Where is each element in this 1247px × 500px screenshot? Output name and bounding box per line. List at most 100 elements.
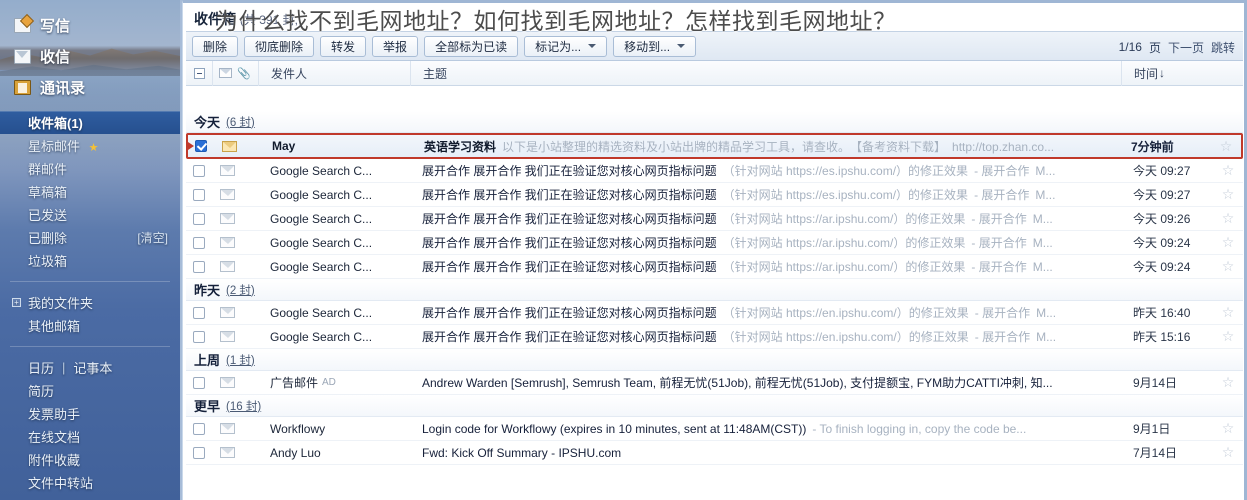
mail-row-subject[interactable]: 展开合作 展开合作 我们正在验证您对核心网页指标问题 （针对网站 https://… [410, 255, 1121, 278]
mail-row-read-state-cell[interactable] [212, 183, 258, 206]
mail-group-count[interactable]: (2 封) [226, 282, 255, 298]
mail-row-subject[interactable]: 展开合作 展开合作 我们正在验证您对核心网页指标问题 （针对网站 https://… [410, 183, 1121, 206]
mail-row[interactable]: Google Search C... 展开合作 展开合作 我们正在验证您对核心网页… [186, 159, 1243, 183]
mail-row-select-cell[interactable] [186, 255, 212, 278]
envelope-read-icon[interactable] [220, 377, 235, 388]
delete-button[interactable]: 删除 [192, 35, 239, 57]
mail-row-star-toggle[interactable]: ☆ [1211, 135, 1241, 157]
mail-row-checkbox[interactable] [193, 164, 205, 177]
select-all-cell[interactable] [186, 61, 212, 86]
column-header-from[interactable]: 发件人 [258, 60, 410, 86]
star-outline-icon[interactable]: ☆ [1222, 258, 1235, 275]
mail-row-checkbox[interactable] [193, 212, 205, 225]
mail-row-checkbox[interactable] [193, 306, 205, 319]
star-outline-icon[interactable]: ☆ [1222, 374, 1235, 391]
mail-row[interactable]: 广告邮件 AD Andrew Warden [Semrush], Semrush T… [186, 371, 1243, 395]
sidebar-item-group-mail[interactable]: 群邮件 [0, 157, 180, 180]
mail-row-subject[interactable]: 展开合作 展开合作 我们正在验证您对核心网页指标问题 （针对网站 https://… [410, 231, 1121, 254]
envelope-unread-icon[interactable] [222, 140, 237, 152]
mail-row-star-toggle[interactable]: ☆ [1213, 255, 1243, 278]
sidebar-item-resume[interactable]: 简历 [0, 379, 180, 402]
mail-row-subject[interactable]: 英语学习资料 以下是小站整理的精选资料及小站出牌的精品学习工具，请查收。 【备考资… [412, 135, 1119, 157]
envelope-read-icon[interactable] [220, 237, 235, 248]
mail-row-subject[interactable]: Fwd: Kick Off Summary - IPSHU.com [410, 441, 1121, 464]
star-outline-icon[interactable]: ☆ [1222, 420, 1235, 437]
mail-row-checkbox[interactable] [193, 376, 205, 389]
expand-plus-icon[interactable]: + [12, 298, 21, 307]
envelope-read-icon[interactable] [220, 213, 235, 224]
mail-row-star-toggle[interactable]: ☆ [1213, 301, 1243, 324]
mail-row-subject[interactable]: 展开合作 展开合作 我们正在验证您对核心网页指标问题 （针对网站 https://… [410, 159, 1121, 182]
star-outline-icon[interactable]: ☆ [1222, 186, 1235, 203]
sidebar-item-attachment-favorites[interactable]: 附件收藏 [0, 448, 180, 471]
mail-row-star-toggle[interactable]: ☆ [1213, 231, 1243, 254]
sidebar-item-junk[interactable]: 垃圾箱 [0, 249, 180, 272]
mail-row-star-toggle[interactable]: ☆ [1213, 371, 1243, 394]
sidebar-item-inbox[interactable]: 收件箱(1) [0, 111, 180, 134]
mail-row[interactable]: Google Search C... 展开合作 展开合作 我们正在验证您对核心网页… [186, 301, 1243, 325]
envelope-read-icon[interactable] [220, 189, 235, 200]
mail-row[interactable]: Google Search C... 展开合作 展开合作 我们正在验证您对核心网页… [186, 255, 1243, 279]
select-all-checkbox-icon[interactable] [193, 67, 205, 79]
move-to-dropdown[interactable]: 移动到... [613, 35, 697, 57]
mail-row-select-cell[interactable] [186, 231, 212, 254]
paperclip-icon[interactable]: 📎 [237, 67, 251, 80]
sidebar-item-calendar-notes[interactable]: 日历 | 记事本 [0, 356, 180, 379]
mail-row-checkbox[interactable] [193, 236, 205, 249]
mail-row[interactable]: Google Search C... 展开合作 展开合作 我们正在验证您对核心网页… [186, 183, 1243, 207]
sidebar-item-invoice-assistant[interactable]: 发票助手 [0, 402, 180, 425]
mail-row-star-toggle[interactable]: ☆ [1213, 441, 1243, 464]
star-outline-icon[interactable]: ☆ [1222, 234, 1235, 251]
empty-trash-link[interactable]: [清空] [137, 229, 168, 246]
mail-row-select-cell[interactable] [186, 301, 212, 324]
mail-row-checkbox[interactable] [193, 260, 205, 273]
mail-row-star-toggle[interactable]: ☆ [1213, 159, 1243, 182]
mail-row-subject[interactable]: 展开合作 展开合作 我们正在验证您对核心网页指标问题 （针对网站 https://… [410, 301, 1121, 324]
sidebar-item-drafts[interactable]: 草稿箱 [0, 180, 180, 203]
mail-group-count[interactable]: (16 封) [226, 398, 261, 414]
mail-row-read-state-cell[interactable] [212, 325, 258, 348]
star-outline-icon[interactable]: ☆ [1220, 138, 1233, 155]
envelope-read-icon[interactable] [220, 331, 235, 342]
envelope-read-icon[interactable] [220, 261, 235, 272]
envelope-icon[interactable] [219, 68, 232, 78]
next-page-link[interactable]: 下一页 [1168, 39, 1204, 56]
mail-row-read-state-cell[interactable] [212, 255, 258, 278]
mail-row-checkbox[interactable] [193, 330, 205, 343]
compose-button[interactable]: 写信 [14, 10, 180, 41]
mail-row-select-cell[interactable] [186, 371, 212, 394]
mail-row[interactable]: May 英语学习资料 以下是小站整理的精选资料及小站出牌的精品学习工具，请查收。 【… [186, 133, 1243, 159]
mail-row-read-state-cell[interactable] [212, 417, 258, 440]
mail-row-select-cell[interactable] [186, 441, 212, 464]
jump-page-link[interactable]: 跳转 [1211, 39, 1235, 56]
envelope-read-icon[interactable] [220, 447, 235, 458]
column-header-subject[interactable]: 主题 [410, 60, 1121, 86]
star-outline-icon[interactable]: ☆ [1222, 328, 1235, 345]
mail-row-read-state-cell[interactable] [212, 207, 258, 230]
mail-row-star-toggle[interactable]: ☆ [1213, 417, 1243, 440]
mail-row-select-cell[interactable] [186, 159, 212, 182]
mail-row-checkbox[interactable] [195, 140, 207, 152]
envelope-read-icon[interactable] [220, 423, 235, 434]
report-button[interactable]: 举报 [372, 35, 419, 57]
envelope-read-icon[interactable] [220, 165, 235, 176]
mail-row[interactable]: Andy Luo Fwd: Kick Off Summary - IPSHU.co… [186, 441, 1243, 465]
mail-row-subject[interactable]: Login code for Workflowy (expires in 10 … [410, 417, 1121, 440]
mail-row-subject[interactable]: 展开合作 展开合作 我们正在验证您对核心网页指标问题 （针对网站 https://… [410, 207, 1121, 230]
star-outline-icon[interactable]: ☆ [1222, 444, 1235, 461]
mail-row-read-state-cell[interactable] [212, 301, 258, 324]
envelope-read-icon[interactable] [220, 307, 235, 318]
sidebar-item-starred[interactable]: 星标邮件 ★ [0, 134, 180, 157]
mail-row-checkbox[interactable] [193, 446, 205, 459]
sidebar-item-file-transfer[interactable]: 文件中转站 [0, 471, 180, 494]
mail-row-select-cell[interactable] [186, 417, 212, 440]
sidebar-item-sent[interactable]: 已发送 [0, 203, 180, 226]
mail-row-read-state-cell[interactable] [212, 231, 258, 254]
sidebar-item-online-docs[interactable]: 在线文档 [0, 425, 180, 448]
sidebar-item-other-mailbox[interactable]: 其他邮箱 [0, 314, 180, 337]
mail-group-count[interactable]: (6 封) [226, 114, 255, 130]
mail-row-read-state-cell[interactable] [212, 159, 258, 182]
mail-row-read-state-cell[interactable] [214, 135, 260, 157]
mark-as-dropdown[interactable]: 标记为... [524, 35, 608, 57]
mail-row[interactable]: Google Search C... 展开合作 展开合作 我们正在验证您对核心网页… [186, 231, 1243, 255]
